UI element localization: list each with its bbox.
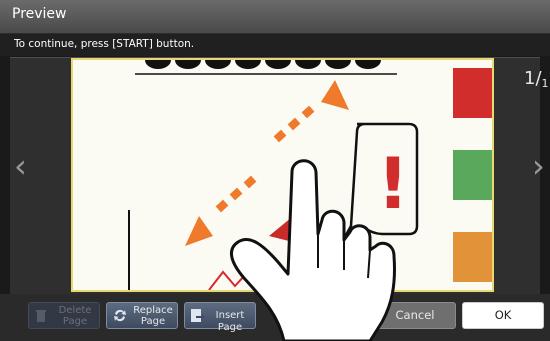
scalloped-border (145, 60, 381, 69)
green-swatch (453, 150, 492, 200)
red-triangle (269, 208, 303, 244)
exclamation-mark: ! (377, 143, 409, 225)
insert-page-label: Insert Page (215, 310, 245, 333)
delete-page-button[interactable]: Delete Page (28, 302, 100, 329)
current-page-number: 1 (524, 68, 536, 89)
prev-page-button[interactable]: ‹ (14, 150, 27, 182)
cancel-button[interactable]: Cancel (374, 302, 456, 329)
trash-icon (35, 308, 47, 326)
replace-page-label: Replace Page (133, 305, 173, 327)
instruction-message: To continue, press [START] button. (14, 38, 195, 50)
page-preview[interactable]: ! (71, 58, 494, 292)
cancel-label: Cancel (395, 308, 435, 322)
insert-page-icon (190, 308, 204, 326)
red-trend-line (208, 262, 270, 290)
chevron-left-icon: ‹ (14, 147, 27, 185)
title-bar: Preview (0, 0, 550, 34)
replace-page-button[interactable]: Replace Page (106, 302, 178, 329)
red-swatch (453, 68, 492, 118)
page-content-graphic: ! (128, 60, 492, 290)
page-counter: 1/1 (524, 68, 549, 90)
bottom-toolbar: Delete Page Replace Page Insert Page Can… (0, 294, 550, 341)
instruction-bar: To continue, press [START] button. (0, 34, 550, 56)
total-page-number: 1 (541, 77, 549, 90)
window-title: Preview (12, 6, 67, 22)
chevron-right-icon: › (532, 147, 545, 185)
next-page-button[interactable]: › (532, 150, 545, 182)
ok-label: OK (494, 308, 512, 322)
diagonal-arrow (185, 80, 349, 246)
ok-button[interactable]: OK (462, 302, 544, 329)
insert-page-button[interactable]: Insert Page (184, 302, 256, 333)
orange-swatch (453, 232, 492, 282)
replace-icon (113, 308, 127, 326)
delete-page-label: Delete Page (58, 305, 92, 327)
